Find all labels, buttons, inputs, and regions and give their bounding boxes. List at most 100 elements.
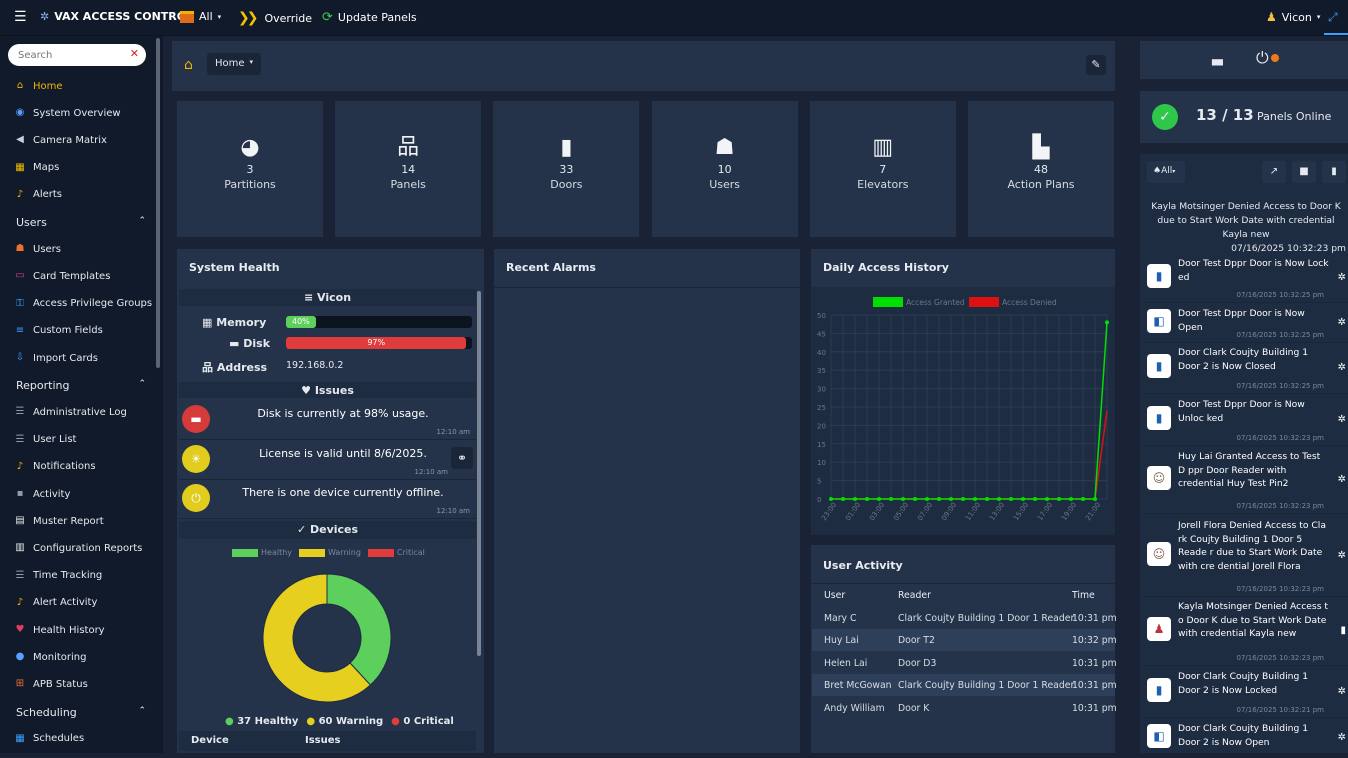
event-item[interactable]: ▮ Door Test Dppr Door is Now Lock ed 07/16…: [1144, 253, 1348, 303]
sidebar-item-muster-report[interactable]: ▤ Muster Report: [14, 511, 103, 531]
override-button[interactable]: ❯❯ Override: [238, 10, 312, 26]
data-point[interactable]: [1069, 497, 1073, 501]
sidebar-item-import-cards[interactable]: ⇩ Import Cards: [14, 348, 98, 368]
data-point[interactable]: [829, 497, 833, 501]
users-section[interactable]: Users ⌃: [16, 216, 146, 229]
cogs-icon[interactable]: ✲: [1338, 686, 1346, 697]
tile-action-plans[interactable]: ▙ 48 Action Plans: [968, 101, 1114, 237]
data-point[interactable]: [1033, 497, 1037, 501]
tile-elevators[interactable]: ▥ 7 Elevators: [809, 101, 956, 237]
sidebar-scrollbar[interactable]: [156, 38, 160, 368]
sidebar-item-apb-status[interactable]: ⊞ APB Status: [14, 674, 88, 694]
data-point[interactable]: [961, 497, 965, 501]
cogs-icon[interactable]: ✲: [1338, 317, 1346, 328]
data-point[interactable]: [889, 497, 893, 501]
sidebar-item-card-templates[interactable]: ▭ Card Templates: [14, 266, 110, 286]
data-point[interactable]: [877, 497, 881, 501]
sidebar-item-access-privilege-groups[interactable]: ⚿ Access Privilege Groups: [14, 294, 152, 314]
donut-slice-healthy[interactable]: [326, 573, 392, 686]
sidebar-item-notifications[interactable]: ♪ Notifications: [14, 457, 96, 477]
scheduling-section[interactable]: Scheduling ⌃: [16, 706, 146, 719]
tile-partitions[interactable]: ◕ 3 Partitions: [177, 101, 323, 237]
table-row[interactable]: Andy William Door K 10:31 pm: [812, 697, 1117, 719]
reporting-section[interactable]: Reporting ⌃: [16, 379, 146, 392]
sidebar-item-configuration-reports[interactable]: ▥ Configuration Reports: [14, 538, 142, 558]
pause-button[interactable]: ■: [1292, 161, 1316, 183]
sidebar-item-maps[interactable]: ▦ Maps: [14, 158, 59, 178]
event-item[interactable]: ▮ Door Clark Coujty Building 1 Door 2 is …: [1144, 342, 1348, 394]
data-point[interactable]: [1009, 497, 1013, 501]
column-header[interactable]: Time: [1072, 590, 1095, 601]
table-row[interactable]: Mary C Clark Coujty Building 1 Door 1 Rea…: [812, 607, 1117, 629]
event-item[interactable]: ☺ Jorell Flora Denied Access to Cla rk Co…: [1144, 515, 1348, 597]
cogs-icon[interactable]: ✲: [1338, 362, 1346, 373]
menu-icon[interactable]: ☰: [14, 9, 27, 25]
column-header[interactable]: User: [824, 590, 845, 601]
data-point[interactable]: [913, 497, 917, 501]
user-menu[interactable]: ♟ Vicon ▾: [1266, 10, 1320, 24]
sidebar-item-user-list[interactable]: ☰ User List: [14, 430, 77, 450]
cogs-icon[interactable]: ✲: [1338, 732, 1346, 743]
sidebar-item-administrative-log[interactable]: ☰ Administrative Log: [14, 402, 127, 422]
event-item[interactable]: ▮ Door Clark Coujty Building 1 Door 2 is …: [1144, 666, 1348, 718]
data-point[interactable]: [985, 497, 989, 501]
table-row[interactable]: Bret McGowan Clark Coujty Building 1 Door…: [812, 674, 1117, 697]
data-point[interactable]: [973, 497, 977, 501]
data-point[interactable]: [925, 497, 929, 501]
tile-users[interactable]: ☗ 10 Users: [651, 101, 798, 237]
event-item[interactable]: ☺ Huy Lai Granted Access to Test D ppr Do…: [1144, 446, 1348, 514]
sidebar-item-custom-fields[interactable]: ≡ Custom Fields: [14, 321, 103, 341]
sidebar-item-camera-matrix[interactable]: ◀ Camera Matrix: [14, 130, 107, 150]
sidebar-item-time-tracking[interactable]: ☰ Time Tracking: [14, 566, 103, 586]
partition-dropdown[interactable]: All ▾: [180, 10, 221, 23]
search-input[interactable]: [18, 47, 118, 63]
sidebar-item-schedules[interactable]: ▦ Schedules: [14, 729, 84, 749]
clear-search-icon[interactable]: ✕: [130, 47, 139, 60]
data-point[interactable]: [949, 497, 953, 501]
system-health-scrollbar[interactable]: [477, 291, 481, 656]
link-icon[interactable]: ⚭: [451, 446, 473, 469]
sidebar-item-alerts[interactable]: ♪ Alerts: [14, 185, 62, 205]
data-point[interactable]: [1105, 320, 1109, 325]
home-dropdown[interactable]: Home ▾: [207, 53, 262, 75]
video-icon[interactable]: ▮: [1340, 625, 1346, 636]
edit-dashboard-button[interactable]: ✎: [1086, 55, 1106, 75]
event-item[interactable]: ◧ Door Test Dppr Door is Now Open 07/16/20…: [1144, 303, 1348, 343]
sidebar-item-users[interactable]: ☗ Users: [14, 239, 62, 259]
tile-panels[interactable]: 品 14 Panels: [335, 101, 482, 237]
server-drive-icon[interactable]: ▃: [1212, 50, 1223, 66]
data-point[interactable]: [1057, 497, 1061, 501]
data-point[interactable]: [1045, 497, 1049, 501]
expand-icon[interactable]: ⤢: [1328, 10, 1338, 25]
sidebar-item-system-overview[interactable]: ◉ System Overview: [14, 103, 121, 123]
update-panels-button[interactable]: ⟳ Update Panels: [322, 10, 417, 25]
data-point[interactable]: [997, 497, 1001, 501]
event-item[interactable]: ♟ Kayla Motsinger Denied Access t o Door …: [1144, 596, 1348, 666]
data-point[interactable]: [841, 497, 845, 501]
sidebar-item-health-history[interactable]: ♥ Health History: [14, 620, 105, 640]
sidebar-item-monitoring[interactable]: ● Monitoring: [14, 647, 87, 667]
cogs-icon[interactable]: ✲: [1338, 474, 1346, 485]
data-point[interactable]: [1081, 497, 1085, 501]
table-row[interactable]: Helen Lai Door D3 10:31 pm: [812, 652, 1117, 674]
column-header[interactable]: Reader: [898, 590, 931, 601]
power-icon[interactable]: ⏻: [1256, 48, 1269, 68]
data-point[interactable]: [853, 497, 857, 501]
cogs-icon[interactable]: ✲: [1338, 272, 1346, 283]
event-filter-dropdown[interactable]: ♠All▾: [1147, 161, 1185, 183]
event-item[interactable]: ◧ Door Clark Coujty Building 1 Door 2 is …: [1144, 718, 1348, 758]
popout-button[interactable]: ↗: [1262, 161, 1286, 183]
sidebar-item-alert-activity[interactable]: ♪ Alert Activity: [14, 593, 98, 613]
sidebar-item-activity[interactable]: ▪ Activity: [14, 484, 71, 504]
sidebar-item-home[interactable]: ⌂ Home: [14, 76, 63, 96]
cogs-icon[interactable]: ✲: [1338, 414, 1346, 425]
brand-logo[interactable]: ✲ VAX ACCESS CONTROL: [40, 10, 193, 23]
data-point[interactable]: [1093, 497, 1097, 501]
tile-doors[interactable]: ▮ 33 Doors: [493, 101, 640, 237]
event-item[interactable]: ▮ Door Test Dppr Door is Now Unloc ked 07/…: [1144, 394, 1348, 446]
cogs-icon[interactable]: ✲: [1338, 550, 1346, 561]
clear-button[interactable]: ▮: [1322, 161, 1346, 183]
table-row[interactable]: Huy Lai Door T2 10:32 pm: [812, 629, 1117, 652]
data-point[interactable]: [937, 497, 941, 501]
data-point[interactable]: [865, 497, 869, 501]
